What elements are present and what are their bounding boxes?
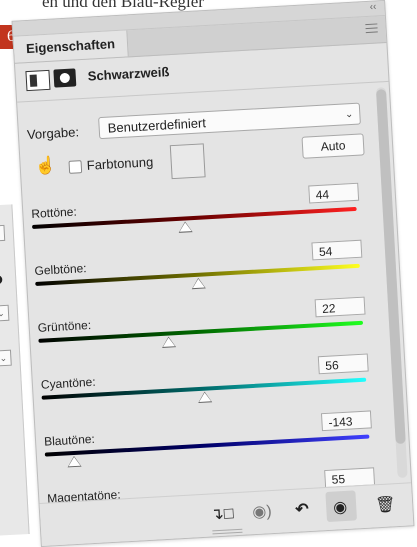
bg-panel-dropdown-icon-2[interactable]: ⌄ — [0, 349, 12, 367]
slider-value-input[interactable]: 54 — [311, 239, 363, 261]
adjustment-title: Schwarzweiß — [87, 64, 170, 84]
chevron-down-icon: ⌄ — [344, 108, 354, 121]
preset-dropdown[interactable]: Benutzerdefiniert ⌄ — [98, 102, 361, 140]
bg-panel-dot-icon — [0, 275, 3, 285]
page-caption: en und den Blau-Regler — [42, 0, 204, 11]
clip-to-layer-icon[interactable]: ↴□ — [210, 503, 234, 524]
properties-panel: ‹‹ Eigenschaften Schwarzweiß Vorgabe: Be… — [11, 0, 415, 547]
tint-color-swatch[interactable] — [169, 143, 206, 180]
slider-track[interactable] — [32, 206, 357, 230]
slider-label: Grüntöne: — [37, 317, 92, 335]
preset-label: Vorgabe: — [26, 124, 80, 143]
slider-thumb[interactable] — [161, 336, 177, 348]
slider-label: Rottöne: — [31, 204, 78, 222]
slider-label: Blautöne: — [43, 431, 96, 449]
tint-label: Farbtonung — [86, 154, 154, 173]
tint-checkbox[interactable] — [68, 160, 83, 174]
slider-thumb[interactable] — [67, 455, 82, 468]
slider-value-input[interactable]: 44 — [308, 182, 360, 204]
bg-panel-icon: ≡ — [0, 224, 6, 242]
auto-button[interactable]: Auto — [301, 133, 365, 159]
visibility-eye-icon[interactable]: ◉ — [333, 497, 348, 518]
adjustment-header: Schwarzweiß — [25, 64, 170, 93]
targeted-adjustment-hand-icon[interactable]: ☝ — [34, 156, 56, 177]
scrollbar-thumb[interactable] — [375, 89, 406, 445]
resize-grip[interactable] — [212, 527, 243, 535]
trash-icon[interactable]: 🗑 — [375, 494, 396, 515]
view-previous-state-icon[interactable]: ◉) — [252, 501, 272, 522]
panel-menu-icon[interactable] — [365, 23, 378, 36]
slider-label: Gelbtöne: — [34, 261, 87, 278]
slider-label: Cyantöne: — [40, 374, 96, 392]
preset-value: Benutzerdefiniert — [107, 115, 207, 136]
slider-thumb[interactable] — [197, 391, 212, 404]
reset-icon[interactable]: ↶ — [295, 499, 310, 520]
slider-value-input[interactable]: 56 — [317, 353, 369, 375]
slider-value-input[interactable]: -143 — [320, 410, 372, 432]
layer-mask-icon[interactable] — [53, 68, 77, 88]
adjustment-icon[interactable] — [25, 69, 51, 92]
slider-thumb[interactable] — [190, 277, 206, 290]
tab-properties[interactable]: Eigenschaften — [13, 30, 129, 63]
slider-value-input[interactable]: 22 — [314, 296, 366, 318]
collapse-icon[interactable]: ‹‹ — [369, 1, 376, 12]
slider-thumb[interactable] — [177, 221, 193, 233]
bg-panel-dropdown-icon[interactable]: ⌄ — [0, 304, 10, 322]
